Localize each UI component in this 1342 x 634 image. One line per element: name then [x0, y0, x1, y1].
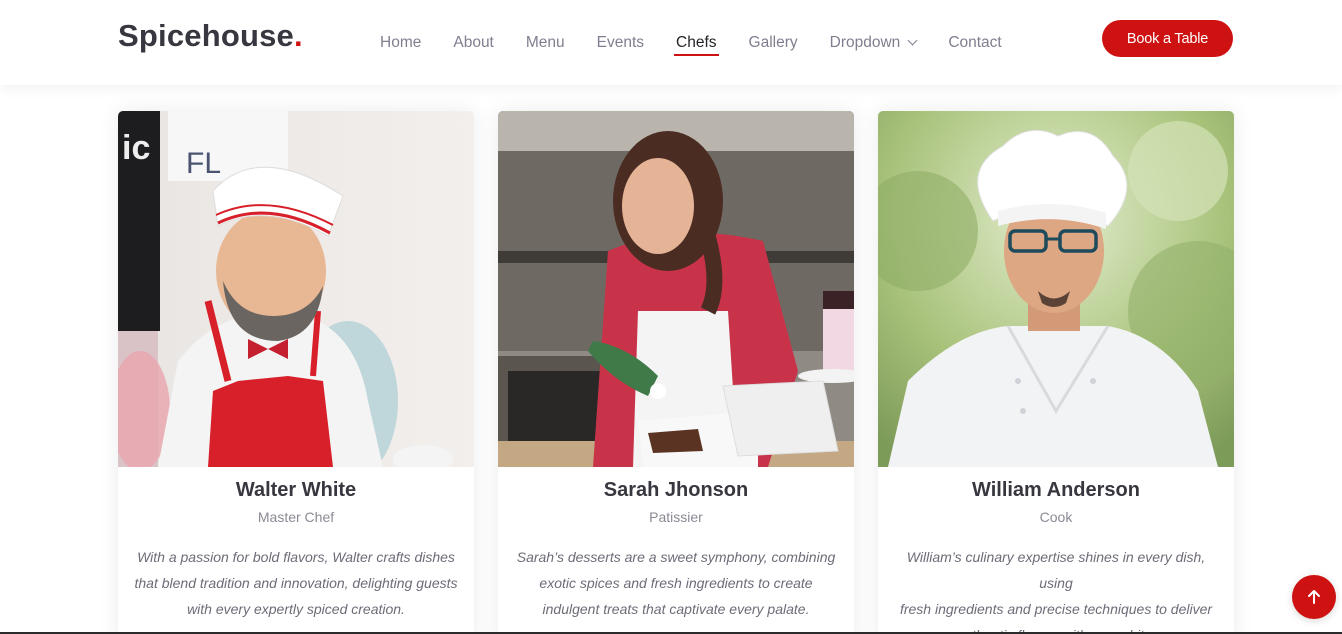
chef-role: Master Chef	[257, 509, 335, 525]
chef-photo: ic FL	[118, 111, 474, 467]
main-nav: Home About Menu Events Chefs Gallery Dro…	[380, 0, 1034, 85]
chef-photo	[878, 111, 1234, 467]
nav-menu[interactable]: Menu	[526, 0, 565, 85]
logo-dot: .	[294, 18, 303, 53]
svg-text:FL: FL	[186, 147, 221, 180]
svg-text:ic: ic	[122, 129, 150, 167]
chef-card-walter: ic FL Walter White Master Chef With a pa…	[118, 111, 474, 634]
chef-role: Patissier	[649, 509, 703, 525]
nav-contact[interactable]: Contact	[948, 0, 1001, 85]
nav-dropdown[interactable]: Dropdown	[829, 0, 918, 85]
logo-text: Spicehouse	[118, 18, 294, 53]
chevron-down-icon	[907, 35, 918, 45]
nav-events[interactable]: Events	[597, 0, 644, 85]
chef-card-william: William Anderson Cook William’s culinary…	[878, 111, 1234, 634]
nav-about[interactable]: About	[453, 0, 494, 85]
chef-name: William Anderson	[972, 479, 1140, 501]
chef-card-sarah: Sarah Jhonson Patissier Sarah’s desserts…	[498, 111, 854, 634]
site-logo[interactable]: Spicehouse.	[118, 18, 303, 54]
chef-bio: With a passion for bold flavors, Walter …	[134, 544, 458, 622]
chef-bio: Sarah’s desserts are a sweet symphony, c…	[514, 544, 838, 622]
bio-line: exotic spices and fresh ingredients to c…	[539, 575, 813, 591]
book-table-button[interactable]: Book a Table	[1102, 20, 1233, 57]
bio-line: William’s culinary expertise shines in e…	[906, 549, 1206, 591]
chef-bio: William’s culinary expertise shines in e…	[894, 544, 1218, 634]
nav-dropdown-label: Dropdown	[829, 33, 901, 51]
bio-line: that blend tradition and innovation, del…	[134, 575, 458, 591]
chef-name: Sarah Jhonson	[603, 479, 749, 501]
chef-name: Walter White	[235, 479, 357, 501]
scroll-top-button[interactable]	[1292, 575, 1336, 619]
chef-role: Cook	[1039, 509, 1073, 525]
bio-line: With a passion for bold flavors, Walter …	[137, 549, 455, 565]
site-header: Spicehouse. Home About Menu Events Chefs…	[0, 0, 1342, 85]
bio-line: Sarah’s desserts are a sweet symphony, c…	[516, 549, 836, 565]
bio-line: with every expertly spiced creation.	[187, 601, 405, 617]
chef-photo	[498, 111, 854, 467]
nav-chefs[interactable]: Chefs	[674, 0, 719, 85]
nav-gallery[interactable]: Gallery	[749, 0, 798, 85]
bio-line: fresh ingredients and precise techniques…	[899, 601, 1213, 617]
bio-line: indulgent treats that captivate every pa…	[542, 601, 810, 617]
arrow-up-icon	[1308, 590, 1320, 604]
nav-home[interactable]: Home	[380, 0, 421, 85]
